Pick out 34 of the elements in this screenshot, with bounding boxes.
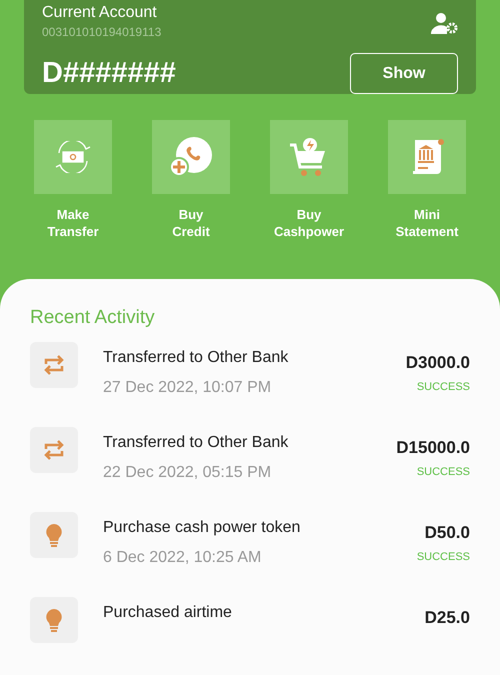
- phone-plus-icon: [169, 136, 213, 178]
- activity-title: Transferred to Other Bank: [103, 434, 290, 452]
- show-button[interactable]: Show: [350, 53, 458, 94]
- activity-amount: D25.0: [424, 608, 470, 628]
- money-transfer-icon: [53, 141, 93, 173]
- action-label: Buy Cashpower: [272, 206, 346, 240]
- action-label: Buy Credit: [171, 206, 211, 240]
- action-tile[interactable]: [388, 120, 466, 194]
- section-title: Recent Activity: [30, 307, 156, 329]
- action-tile[interactable]: [34, 120, 112, 194]
- transfer-arrows-icon: [43, 354, 65, 376]
- activity-status: SUCCESS: [416, 466, 470, 478]
- activity-amount: D3000.0: [406, 353, 470, 373]
- activity-title: Purchased airtime: [103, 604, 233, 622]
- action-tile[interactable]: [152, 120, 230, 194]
- action-tile[interactable]: [270, 120, 348, 194]
- account-title: Current Account: [42, 4, 158, 22]
- account-balance: D#######: [42, 57, 176, 90]
- activity-title: Transferred to Other Bank: [103, 349, 290, 367]
- activity-status: SUCCESS: [416, 381, 470, 393]
- account-number: 003101010194019113: [42, 25, 162, 39]
- transfer-arrows-icon: [43, 439, 65, 461]
- activity-amount: D50.0: [424, 523, 470, 543]
- activity-amount: D15000.0: [396, 438, 470, 458]
- activity-title: Purchase cash power token: [103, 519, 302, 537]
- activity-date: 27 Dec 2022, 10:07 PM: [103, 379, 272, 397]
- user-settings-icon[interactable]: [431, 13, 458, 35]
- activity-date: 6 Dec 2022, 10:25 AM: [103, 549, 262, 567]
- activity-status: SUCCESS: [416, 551, 470, 563]
- light-bulb-icon: [45, 608, 63, 632]
- light-bulb-icon: [45, 523, 63, 547]
- action-label: Make Transfer: [46, 206, 100, 240]
- action-label: Mini Statement: [394, 206, 460, 240]
- activity-date: 22 Dec 2022, 05:15 PM: [103, 464, 272, 482]
